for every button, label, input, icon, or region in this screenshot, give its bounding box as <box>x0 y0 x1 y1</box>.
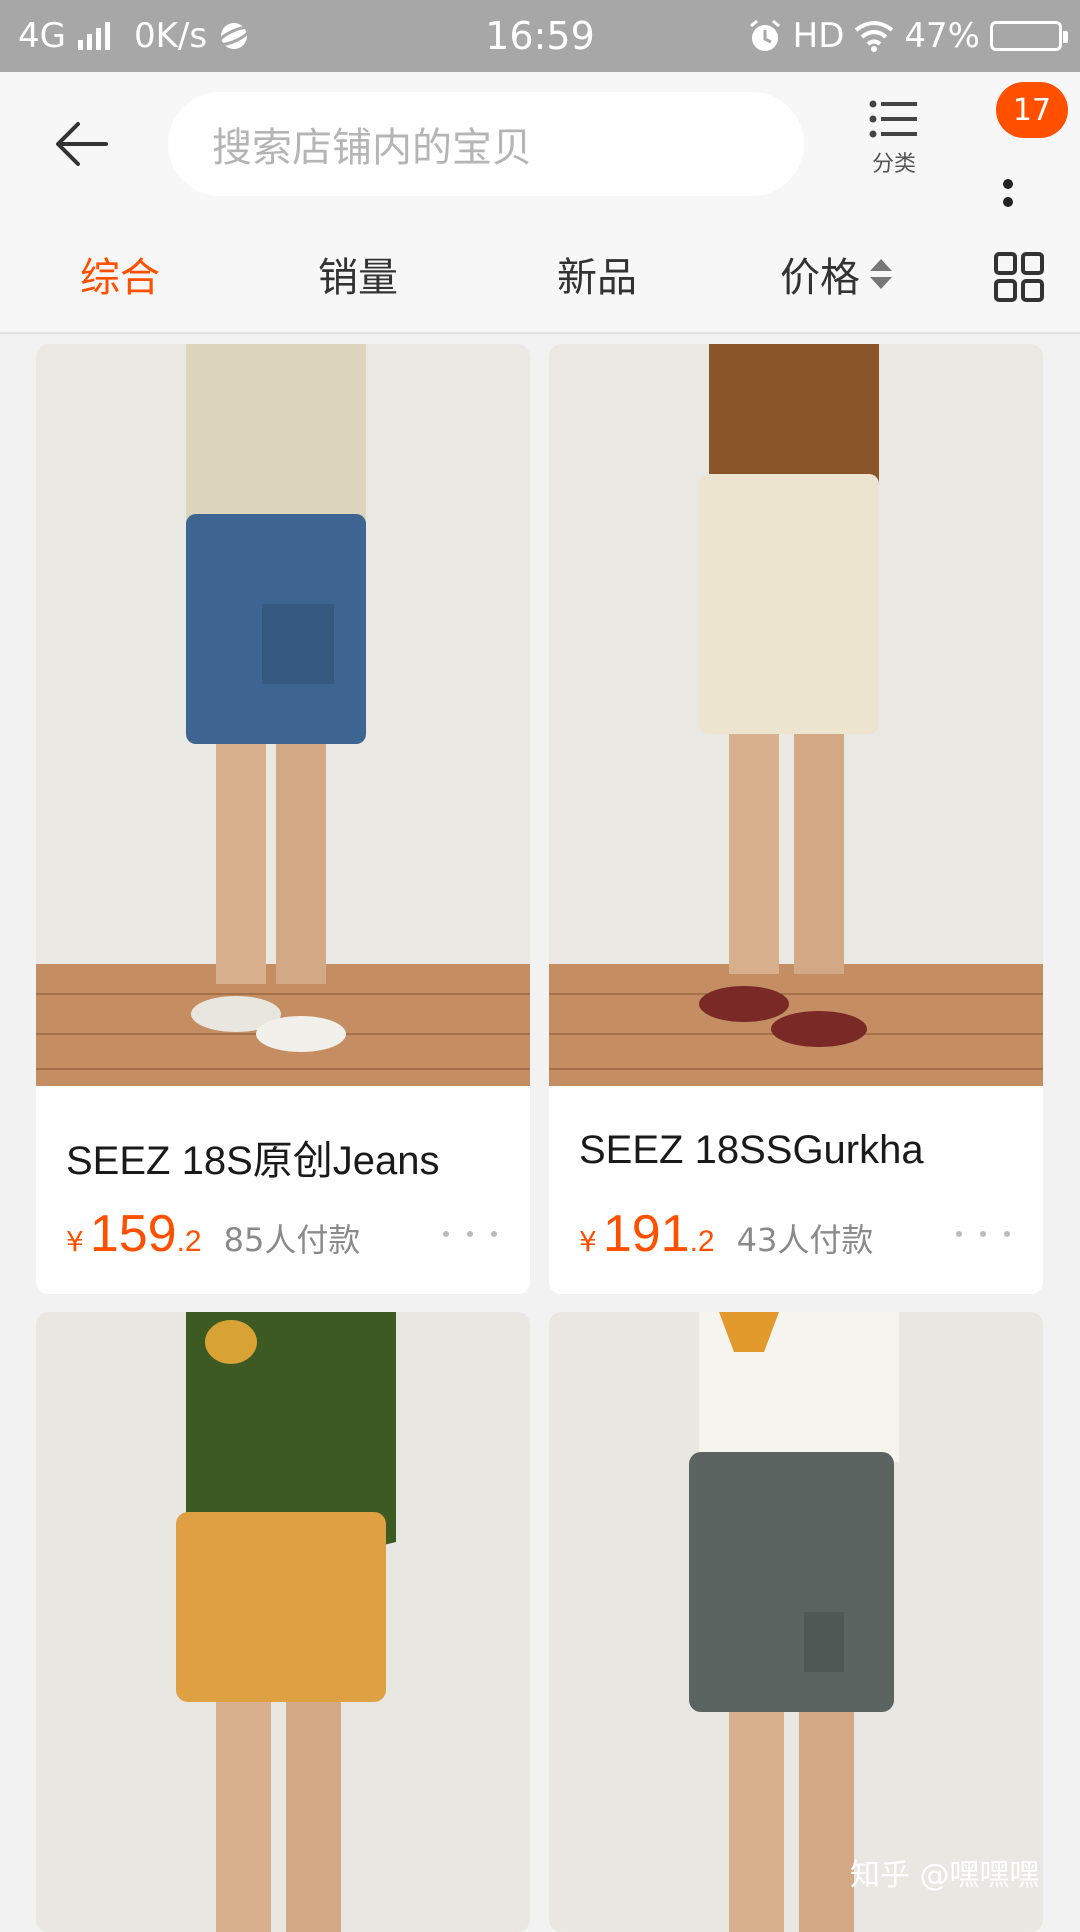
price-integer: 159 <box>89 1205 177 1263</box>
product-card[interactable] <box>36 1312 530 1932</box>
tab-label: 新品 <box>557 255 637 301</box>
product-image <box>549 1312 1043 1932</box>
tab-new[interactable]: 新品 <box>557 214 637 334</box>
tab-sales[interactable]: 销量 <box>318 214 398 334</box>
more-options-icon[interactable] <box>440 1224 500 1244</box>
status-bar: 4G 0K/s 16:59 HD 47% <box>0 0 1080 72</box>
search-input[interactable]: 搜索店铺内的宝贝 <box>168 92 804 196</box>
battery-percent: 47% <box>904 16 980 56</box>
product-image <box>36 344 530 1086</box>
status-right: HD 47% <box>747 0 1068 72</box>
back-arrow-icon[interactable] <box>50 112 114 176</box>
sales-count: 85人付款 <box>223 1221 361 1259</box>
grid-layout-icon[interactable] <box>994 252 1044 302</box>
product-title: SEEZ 18S原创Jeans <box>66 1139 440 1183</box>
tab-label: 销量 <box>318 255 398 301</box>
message-count-badge: 17 <box>996 82 1068 138</box>
product-card[interactable]: SEEZ 18SSGurkha ¥ 191 .2 43人付款 <box>549 344 1043 1294</box>
sort-arrows-icon <box>870 259 892 289</box>
price-row: ¥ 159 .2 85人付款 <box>66 1204 360 1264</box>
currency-symbol: ¥ <box>66 1225 84 1258</box>
tab-price[interactable]: 价格 <box>780 214 892 334</box>
hd-indicator: HD <box>792 16 845 56</box>
search-placeholder: 搜索店铺内的宝贝 <box>212 125 532 171</box>
price-integer: 191 <box>602 1205 690 1263</box>
wifi-icon <box>855 21 894 52</box>
price-decimal: .2 <box>689 1225 715 1258</box>
product-card[interactable] <box>549 1312 1043 1932</box>
category-label: 分类 <box>871 152 916 177</box>
signal-icon <box>77 22 110 50</box>
product-card[interactable]: SEEZ 18S原创Jeans ¥ 159 .2 85人付款 <box>36 344 530 1294</box>
filter-bar: 综合 销量 新品 价格 <box>0 214 1080 334</box>
planet-icon <box>217 23 252 49</box>
tab-comprehensive[interactable]: 综合 <box>80 214 160 334</box>
alarm-icon <box>749 19 780 51</box>
price-decimal: .2 <box>176 1225 202 1258</box>
header: 搜索店铺内的宝贝 分类 17 <box>0 72 1080 214</box>
price-row: ¥ 191 .2 43人付款 <box>579 1204 873 1264</box>
network-type: 4G <box>18 16 66 56</box>
sales-count: 43人付款 <box>736 1221 874 1259</box>
list-icon <box>869 100 917 138</box>
product-image <box>549 344 1043 1086</box>
battery-icon <box>990 21 1068 51</box>
product-image <box>36 1312 530 1932</box>
network-speed: 0K/s <box>133 16 208 56</box>
currency-symbol: ¥ <box>579 1225 597 1258</box>
more-options-icon[interactable] <box>953 1224 1013 1244</box>
category-button[interactable]: 分类 <box>862 98 926 194</box>
product-title: SEEZ 18SSGurkha <box>579 1128 924 1172</box>
watermark: 知乎 @嘿嘿嘿 <box>850 1858 1040 1893</box>
status-left: 4G 0K/s <box>18 0 252 72</box>
tab-label: 价格 <box>780 255 860 301</box>
tab-label: 综合 <box>80 255 160 301</box>
